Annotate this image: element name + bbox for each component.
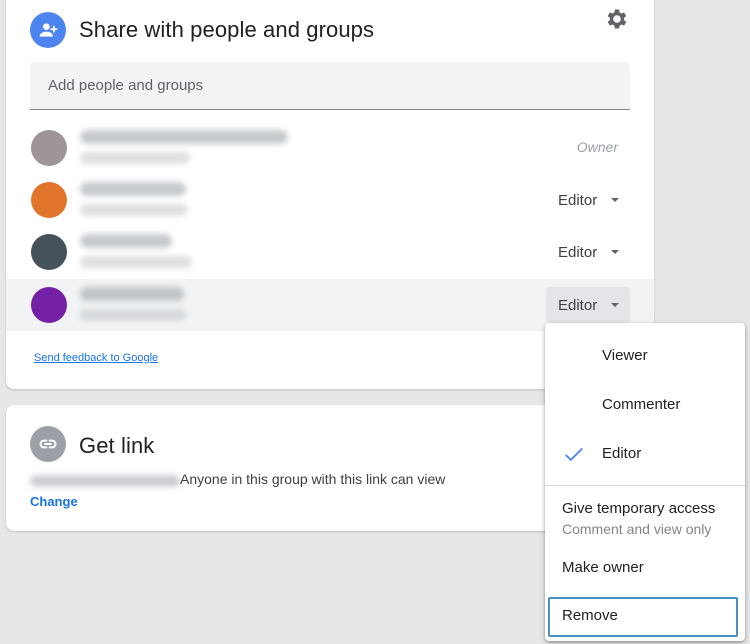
menu-item-sublabel: Comment and view only bbox=[562, 521, 712, 537]
link-access-description: Anyone in this group with this link can … bbox=[180, 471, 446, 487]
redacted-email bbox=[80, 152, 190, 164]
role-label: Editor bbox=[558, 296, 598, 314]
role-dropdown[interactable]: Editor bbox=[546, 234, 630, 270]
avatar bbox=[31, 287, 67, 323]
menu-item-label: Give temporary access bbox=[562, 500, 716, 517]
redacted-name bbox=[80, 130, 288, 144]
role-label: Editor bbox=[558, 243, 598, 261]
menu-item-label: Editor bbox=[602, 445, 642, 462]
redacted-name bbox=[80, 234, 172, 248]
menu-item-remove[interactable]: Remove bbox=[548, 597, 738, 637]
menu-item-label: Make owner bbox=[562, 559, 644, 576]
caret-down-icon bbox=[611, 198, 620, 202]
role-menu: Viewer Commenter Editor Give temporary a… bbox=[545, 323, 745, 641]
change-link-button[interactable]: Change bbox=[30, 494, 78, 509]
redacted-name bbox=[80, 287, 184, 301]
redacted-email bbox=[80, 204, 188, 216]
gear-icon[interactable] bbox=[604, 6, 630, 32]
share-title: Share with people and groups bbox=[79, 17, 375, 42]
send-feedback-link[interactable]: Send feedback to Google bbox=[34, 352, 158, 364]
menu-item-label: Remove bbox=[562, 607, 618, 624]
menu-divider bbox=[545, 485, 745, 486]
menu-item-label: Commenter bbox=[602, 396, 681, 413]
get-link-title: Get link bbox=[79, 433, 155, 458]
avatar bbox=[31, 234, 67, 270]
person-row: Editor bbox=[6, 174, 654, 226]
person-row: Editor bbox=[6, 226, 654, 278]
menu-item-label: Viewer bbox=[602, 347, 648, 364]
check-icon bbox=[563, 443, 585, 469]
owner-label: Owner bbox=[576, 139, 618, 155]
role-dropdown[interactable]: Editor bbox=[546, 287, 630, 323]
avatar bbox=[31, 130, 67, 166]
redacted-email bbox=[80, 309, 186, 321]
add-people-input[interactable] bbox=[30, 62, 630, 110]
caret-down-icon bbox=[611, 250, 620, 254]
person-row-owner: Owner bbox=[6, 122, 654, 174]
link-icon bbox=[30, 426, 66, 462]
caret-down-icon bbox=[611, 303, 620, 307]
redacted-email bbox=[80, 256, 192, 268]
redacted-group-name bbox=[30, 475, 180, 487]
role-dropdown[interactable]: Editor bbox=[546, 182, 630, 218]
role-label: Editor bbox=[558, 191, 598, 209]
avatar bbox=[31, 182, 67, 218]
redacted-name bbox=[80, 182, 186, 196]
person-add-icon bbox=[30, 12, 66, 48]
